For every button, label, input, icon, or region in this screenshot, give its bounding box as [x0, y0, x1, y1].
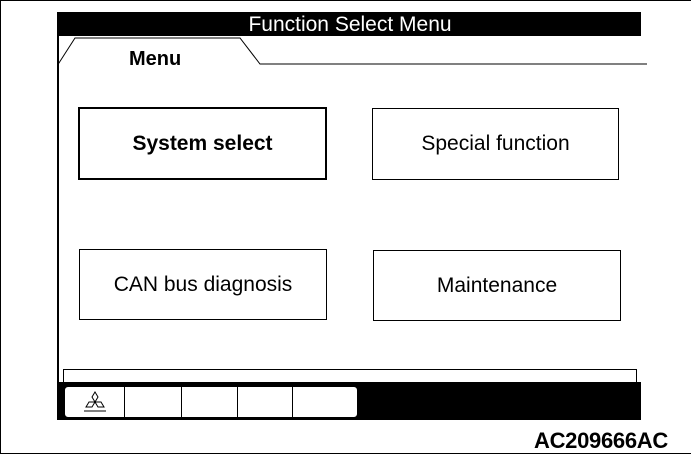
window-title: Function Select Menu	[59, 14, 641, 36]
home-button[interactable]	[65, 387, 125, 417]
mitsubishi-logo-icon	[83, 391, 106, 412]
toolbar-slot-3[interactable]	[182, 387, 238, 417]
toolbar-slot-2[interactable]	[125, 387, 182, 417]
can-bus-diagnosis-button[interactable]: CAN bus diagnosis	[79, 249, 327, 320]
system-select-button[interactable]: System select	[78, 107, 327, 180]
tab-menu[interactable]: Menu	[129, 48, 181, 71]
toolbar-slot-4[interactable]	[238, 387, 293, 417]
special-function-button[interactable]: Special function	[372, 108, 619, 180]
toolbar-slot-5[interactable]	[293, 387, 355, 417]
content-area-rule	[63, 369, 637, 383]
figure-code: AC209666AC	[534, 428, 668, 453]
maintenance-button[interactable]: Maintenance	[373, 250, 621, 321]
toolbar-button-strip	[64, 386, 358, 418]
scan-tool-screen: Function Select Menu Menu System select …	[57, 12, 647, 420]
